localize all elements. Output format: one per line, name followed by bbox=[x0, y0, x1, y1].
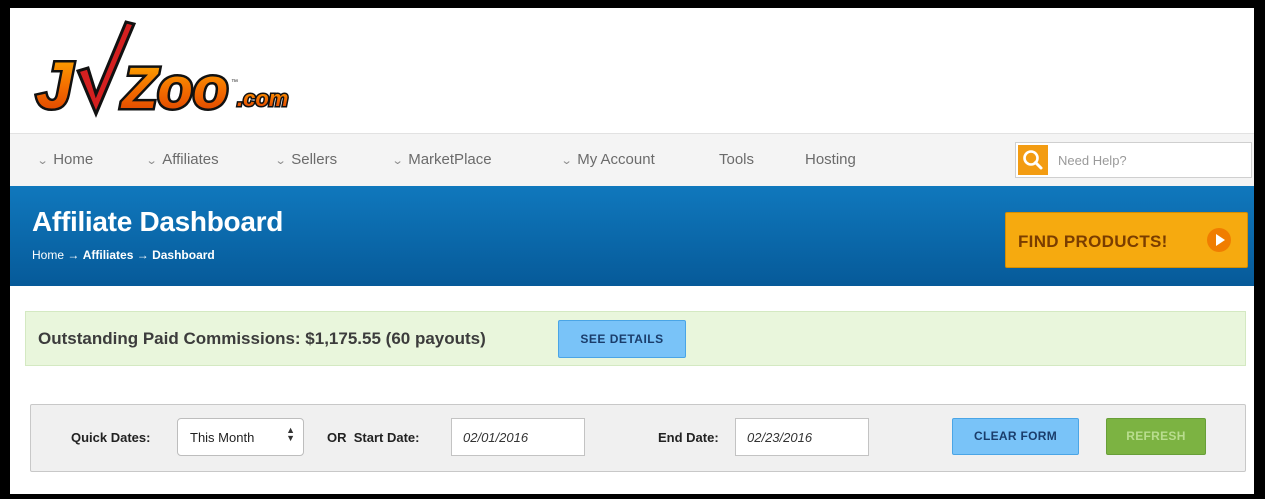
nav-label: My Account bbox=[577, 151, 655, 168]
page-frame: J Zoo .com ™ ⌄ Home ⌄ Affiliates ⌄ Sellers … bbox=[10, 8, 1254, 494]
chevron-down-icon: ⌄ bbox=[274, 155, 287, 167]
quick-dates-select[interactable]: This Month ▲ ▼ bbox=[177, 418, 304, 456]
breadcrumb: Home → Affiliates → Dashboard bbox=[32, 248, 215, 262]
chevron-down-icon: ⌄ bbox=[36, 155, 49, 167]
jvzoo-logo[interactable]: J Zoo .com ™ bbox=[30, 16, 300, 131]
nav-label: Hosting bbox=[805, 151, 856, 168]
chevron-down-icon: ⌄ bbox=[560, 155, 573, 167]
clear-form-button[interactable]: CLEAR FORM bbox=[952, 418, 1079, 455]
nav-label: Sellers bbox=[291, 151, 338, 168]
find-products-button[interactable]: FIND PRODUCTS! bbox=[1005, 212, 1248, 268]
nav-item-marketplace[interactable]: ⌄ MarketPlace bbox=[391, 151, 492, 168]
nav-label: Home bbox=[53, 151, 94, 168]
refresh-label: REFRESH bbox=[1126, 429, 1186, 443]
quick-dates-label: Quick Dates: bbox=[71, 430, 151, 445]
start-date-label: OR Start Date: bbox=[327, 430, 420, 445]
breadcrumb-home[interactable]: Home bbox=[32, 248, 64, 262]
chevron-down-icon: ⌄ bbox=[391, 155, 404, 167]
page-header-banner: Affiliate Dashboard Home → Affiliates → … bbox=[10, 186, 1254, 286]
see-details-button[interactable]: SEE DETAILS bbox=[558, 320, 686, 358]
logo-zoo: Zoo bbox=[120, 56, 228, 121]
help-search bbox=[1015, 142, 1252, 178]
main-nav: ⌄ Home ⌄ Affiliates ⌄ Sellers ⌄ MarketPlace … bbox=[10, 133, 1254, 187]
select-arrows-icon: ▲ ▼ bbox=[286, 425, 295, 443]
play-circle-icon bbox=[1207, 228, 1231, 252]
clear-form-label: CLEAR FORM bbox=[974, 429, 1057, 443]
nav-label: Tools bbox=[719, 151, 755, 168]
logo-j: J bbox=[36, 48, 74, 122]
start-date-input[interactable] bbox=[451, 418, 585, 456]
nav-item-affiliates[interactable]: ⌄ Affiliates bbox=[145, 151, 219, 168]
search-button[interactable] bbox=[1018, 145, 1048, 175]
see-details-label: SEE DETAILS bbox=[580, 332, 664, 346]
breadcrumb-separator: → bbox=[136, 248, 149, 262]
end-date-input[interactable] bbox=[735, 418, 869, 456]
quick-dates-value: This Month bbox=[190, 430, 255, 445]
logo-com: .com bbox=[237, 86, 288, 111]
nav-label: Affiliates bbox=[162, 151, 219, 168]
end-date-label: End Date: bbox=[658, 430, 719, 445]
search-icon bbox=[1023, 150, 1043, 170]
breadcrumb-dashboard: Dashboard bbox=[152, 248, 215, 262]
page-title: Affiliate Dashboard bbox=[32, 206, 284, 237]
breadcrumb-separator: → bbox=[67, 248, 80, 262]
date-filter-panel: Quick Dates: This Month ▲ ▼ OR Start Date… bbox=[30, 404, 1246, 472]
commission-alert: Outstanding Paid Commissions: $1,175.55 … bbox=[25, 311, 1246, 366]
nav-item-hosting[interactable]: Hosting bbox=[805, 151, 856, 168]
nav-item-sellers[interactable]: ⌄ Sellers bbox=[274, 151, 338, 168]
breadcrumb-affiliates[interactable]: Affiliates bbox=[83, 248, 134, 262]
search-input[interactable] bbox=[1058, 143, 1243, 177]
find-products-label: FIND PRODUCTS! bbox=[1018, 232, 1168, 251]
logo-tm: ™ bbox=[231, 79, 238, 86]
refresh-button[interactable]: REFRESH bbox=[1106, 418, 1206, 455]
commission-summary: Outstanding Paid Commissions: $1,175.55 … bbox=[38, 329, 486, 348]
nav-item-tools[interactable]: Tools bbox=[719, 151, 754, 168]
nav-label: MarketPlace bbox=[408, 151, 492, 168]
chevron-down-icon: ⌄ bbox=[145, 155, 158, 167]
nav-item-my-account[interactable]: ⌄ My Account bbox=[560, 151, 655, 168]
nav-item-home[interactable]: ⌄ Home bbox=[36, 151, 94, 168]
